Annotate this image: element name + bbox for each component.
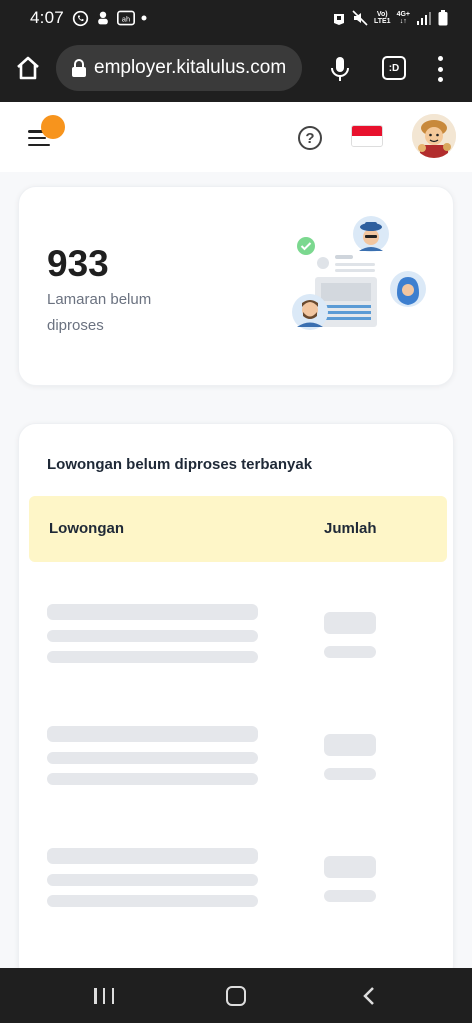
unprocessed-applications-card[interactable]: 933 Lamaran belum diproses	[18, 186, 454, 386]
help-icon[interactable]: ?	[298, 126, 322, 150]
column-header-lowongan: Lowongan	[49, 520, 124, 537]
signal-icon	[416, 11, 432, 25]
mute-icon	[352, 10, 368, 26]
recent-apps-icon[interactable]	[94, 988, 114, 1004]
lock-icon	[70, 58, 88, 78]
dot-icon	[141, 15, 147, 21]
volte-indicator: Vo) LTE1	[374, 11, 391, 25]
microphone-icon[interactable]	[328, 56, 352, 82]
indonesia-flag-icon[interactable]	[351, 125, 383, 147]
address-bar[interactable]: employer.kitalulus.com	[56, 45, 302, 91]
skeleton-line	[47, 848, 258, 864]
status-time: 4:07	[30, 8, 64, 27]
skeleton-count	[324, 856, 376, 878]
top-unprocessed-jobs-card: Lowongan belum diproses terbanyak Lowong…	[18, 423, 454, 983]
home-button-icon[interactable]	[226, 986, 246, 1006]
unprocessed-label: Lamaran belum diproses	[47, 291, 152, 334]
tab-switcher-button[interactable]: :D	[382, 56, 406, 80]
status-system-icons: Vo) LTE1 4G+ ↓↑	[332, 10, 448, 26]
status-bar: 4:07 ah Vo) LTE1 4G+ ↓↑	[0, 0, 472, 36]
skeleton-line	[47, 651, 258, 663]
skeleton-line	[47, 895, 258, 907]
skeleton-count-sub	[324, 646, 376, 658]
home-icon[interactable]	[14, 54, 42, 82]
skeleton-count	[324, 734, 376, 756]
applicants-illustration	[289, 211, 433, 337]
svg-text:ah: ah	[122, 14, 130, 23]
4g-label: 4G+	[396, 11, 410, 18]
data-arrows-icon: ↓↑	[399, 18, 407, 25]
url-text: employer.kitalulus.com	[94, 57, 287, 78]
skeleton-line	[47, 752, 258, 764]
browser-toolbar: employer.kitalulus.com :D	[0, 36, 472, 102]
skeleton-count	[324, 612, 376, 634]
network-indicator: 4G+ ↓↑	[397, 11, 410, 25]
skeleton-count-sub	[324, 768, 376, 780]
skeleton-line	[47, 630, 258, 642]
volte-label: Vo)	[376, 11, 388, 18]
skeleton-line	[47, 604, 258, 620]
table-header: Lowongan Jumlah	[29, 496, 447, 562]
skeleton-line	[47, 773, 258, 785]
app-icon	[95, 10, 111, 26]
battery-icon	[438, 10, 448, 26]
column-header-jumlah: Jumlah	[324, 520, 377, 537]
more-options-icon[interactable]	[432, 56, 448, 82]
android-navigation-bar	[0, 968, 472, 1023]
alarm-icon	[332, 10, 346, 26]
skeleton-line	[47, 726, 258, 742]
table-title: Lowongan belum diproses terbanyak	[47, 456, 313, 473]
app-badge-icon: ah	[116, 10, 135, 26]
lte-label: LTE1	[373, 18, 391, 25]
whatsapp-icon	[72, 10, 89, 27]
skeleton-count-sub	[324, 890, 376, 902]
unprocessed-count: 933	[47, 243, 109, 284]
status-notification-icons: ah	[72, 10, 147, 27]
app-header	[0, 102, 472, 172]
skeleton-line	[47, 874, 258, 886]
avatar[interactable]	[412, 114, 456, 158]
notification-dot	[41, 115, 65, 139]
back-icon[interactable]	[360, 986, 378, 1006]
